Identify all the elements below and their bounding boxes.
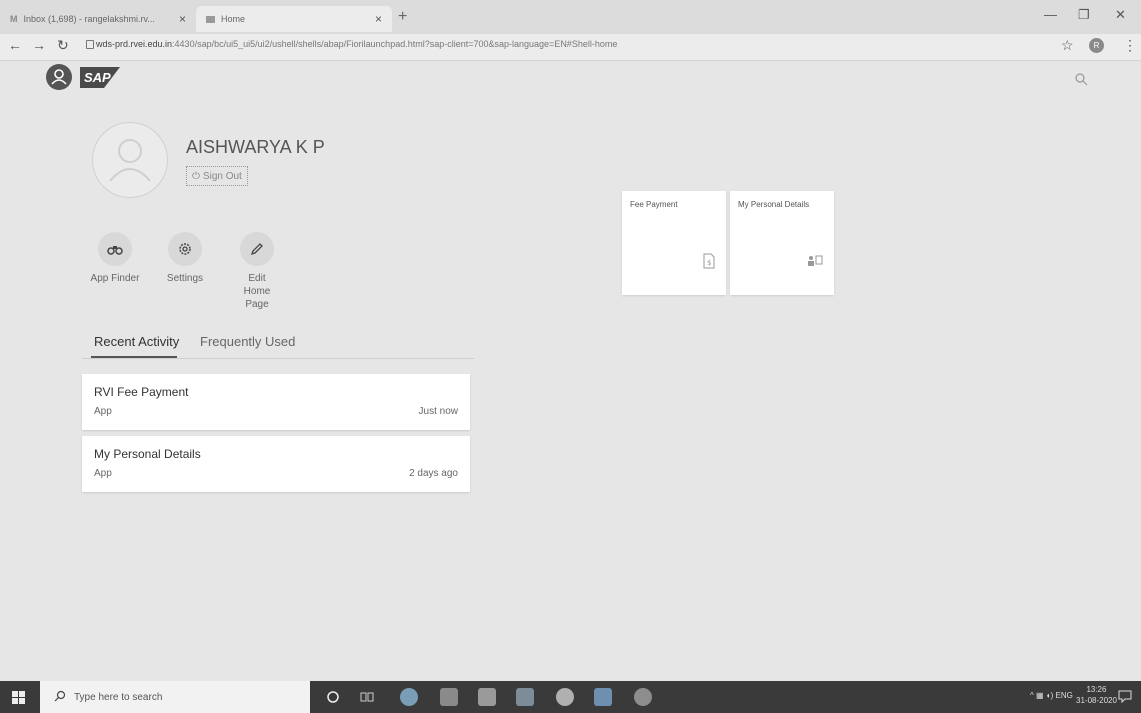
tile-fee-payment[interactable]: Fee Payment $ [622, 191, 726, 295]
close-tab-icon[interactable]: × [179, 12, 186, 26]
lock-icon [86, 40, 94, 49]
tile-title: My Personal Details [738, 200, 810, 209]
app-finder-button[interactable]: App Finder [80, 232, 150, 285]
user-name: AISHWARYA K P [186, 137, 325, 157]
reload-icon[interactable]: ↻ [57, 37, 69, 54]
activity-title: RVI Fee Payment [94, 385, 189, 399]
edit-home-page-button[interactable]: Edit Home Page [222, 232, 292, 311]
shell-search-icon[interactable] [1074, 72, 1088, 91]
sap-logo[interactable]: SAP [80, 67, 120, 88]
language-indicator[interactable]: ENG [1056, 691, 1073, 700]
clock-date: 31-08-2020 [1076, 696, 1117, 705]
clock-time: 13:26 [1086, 685, 1107, 694]
binoculars-icon [98, 232, 132, 266]
tab-title: Home [221, 14, 246, 24]
chrome-icon[interactable] [556, 688, 574, 706]
url-field[interactable]: wds-prd.rvei.edu.in:4430/sap/bc/ui5_ui5/… [96, 39, 617, 49]
person-icon [109, 139, 151, 182]
tab-title: Inbox (1,698) - rangelakshmi.rv... [23, 14, 155, 24]
search-placeholder: Type here to search [74, 691, 163, 703]
pencil-icon [240, 232, 274, 266]
new-tab-button[interactable]: + [398, 8, 407, 26]
tile-my-personal-details[interactable]: My Personal Details [730, 191, 834, 295]
power-icon: ⏻ [192, 170, 200, 182]
gmail-icon: M [10, 14, 18, 24]
edit-home-page-label: Edit Home Page [243, 273, 271, 310]
app-finder-label: App Finder [90, 273, 140, 284]
forward-icon[interactable]: → [32, 37, 46, 53]
browser-tab-inbox[interactable]: M Inbox (1,698) - rangelakshmi.rv... × [0, 6, 196, 32]
tab-recent-activity[interactable]: Recent Activity [94, 334, 179, 349]
activity-type: App [94, 468, 112, 479]
shell-user-avatar[interactable] [46, 64, 72, 90]
receipt-icon: $ [702, 253, 716, 274]
system-tray[interactable]: ^ ▦ ◖) ENG [1030, 691, 1073, 700]
activity-time: Just now [418, 406, 458, 417]
volume-icon[interactable]: ◖) [1046, 691, 1054, 700]
bookmark-star-icon[interactable]: ☆ [1061, 37, 1074, 54]
cortana-icon[interactable] [326, 690, 340, 709]
mail-icon[interactable] [516, 688, 534, 706]
settings-button[interactable]: Settings [150, 232, 220, 285]
sign-out-label: Sign Out [202, 170, 242, 182]
notification-center-icon[interactable] [1118, 689, 1132, 708]
network-icon[interactable]: ▦ [1036, 691, 1044, 700]
activity-type: App [94, 406, 112, 417]
store-icon[interactable] [478, 688, 496, 706]
tabs-divider [82, 358, 474, 359]
url-path: :4430/sap/bc/ui5_ui5/ui2/ushell/shells/a… [172, 39, 618, 49]
edge-icon[interactable] [400, 688, 418, 706]
sign-out-button[interactable]: ⏻ Sign Out [186, 166, 248, 186]
tray-chevron-icon[interactable]: ^ [1030, 691, 1034, 700]
tile-title: Fee Payment [630, 200, 678, 209]
close-window-icon[interactable]: ✕ [1115, 7, 1126, 23]
browser-tab-home[interactable]: Home × [196, 6, 392, 32]
task-view-icon[interactable] [360, 690, 374, 709]
app-icon[interactable] [634, 688, 652, 706]
file-explorer-icon[interactable] [440, 688, 458, 706]
user-avatar-large [92, 122, 168, 198]
tab-frequently-used[interactable]: Frequently Used [200, 334, 295, 349]
person-icon [51, 69, 67, 85]
restore-icon[interactable]: ❐ [1078, 7, 1090, 23]
browser-profile-avatar[interactable]: R [1089, 38, 1104, 53]
browser-menu-icon[interactable]: ⋮ [1123, 37, 1137, 54]
sap-favicon-icon [206, 15, 215, 23]
list-item[interactable]: My Personal Details App 2 days ago [82, 436, 470, 492]
taskbar-search-input[interactable]: Type here to search [40, 681, 310, 713]
settings-label: Settings [166, 273, 204, 284]
activity-title: My Personal Details [94, 447, 201, 461]
windows-start-icon[interactable] [12, 691, 25, 709]
list-item[interactable]: RVI Fee Payment App Just now [82, 374, 470, 430]
search-icon [54, 690, 66, 705]
back-icon[interactable]: ← [8, 37, 22, 53]
gear-icon [168, 232, 202, 266]
url-host: wds-prd.rvei.edu.in [96, 39, 173, 49]
minimize-icon[interactable]: — [1044, 7, 1057, 22]
taskbar-clock[interactable]: 13:26 31-08-2020 [1076, 684, 1117, 706]
personal-details-icon [806, 253, 824, 272]
activity-time: 2 days ago [409, 468, 458, 479]
word-icon[interactable] [594, 688, 612, 706]
close-tab-icon[interactable]: × [375, 12, 382, 26]
svg-text:$: $ [707, 259, 711, 267]
